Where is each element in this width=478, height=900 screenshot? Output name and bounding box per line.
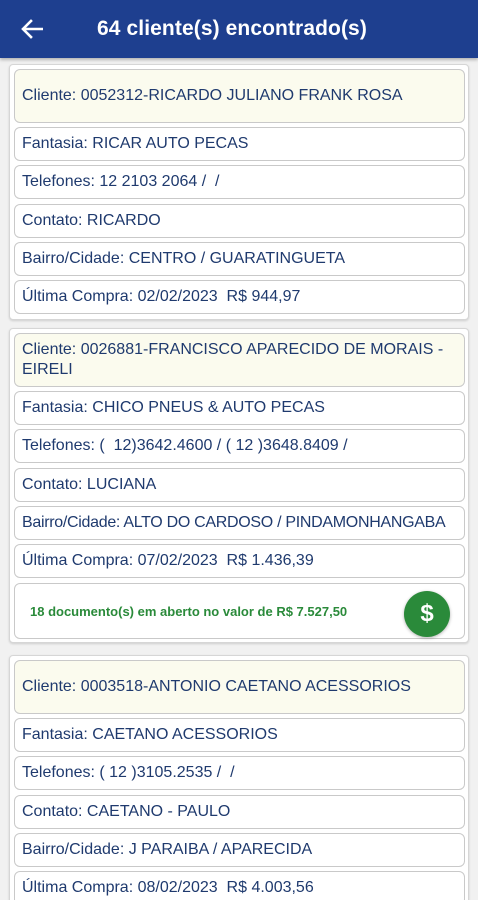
open-documents-button[interactable]: $ — [404, 591, 450, 637]
contato-value: Contato: CAETANO - PAULO — [22, 803, 231, 820]
bairro-cidade-field: Bairro/Cidade: CENTRO / GUARATINGUETA — [14, 242, 465, 276]
telefones-value: Telefones: ( 12)3642.4600 / ( 12 )3648.8… — [22, 437, 348, 454]
arrow-left-icon — [21, 19, 43, 39]
client-name-field: Cliente: 0052312-RICARDO JULIANO FRANK R… — [14, 69, 465, 123]
bairro-cidade-field: Bairro/Cidade: ALTO DO CARDOSO / PINDAMO… — [14, 506, 465, 540]
bairro-cidade-field: Bairro/Cidade: J PARAIBA / APARECIDA — [14, 833, 465, 867]
open-documents-text: 18 documento(s) em aberto no valor de R$… — [30, 603, 348, 619]
back-button[interactable] — [7, 0, 57, 58]
contato-field: Contato: RICARDO — [14, 204, 465, 238]
contato-field: Contato: CAETANO - PAULO — [14, 795, 465, 829]
ultima-compra-field: Última Compra: 08/02/2023 R$ 4.003,56 — [14, 871, 465, 900]
client-card[interactable]: Cliente: 0003518-ANTONIO CAETANO ACESSOR… — [9, 655, 469, 900]
client-name: Cliente: 0026881-FRANCISCO APARECIDO DE … — [22, 341, 444, 378]
ultima-compra-field: Última Compra: 02/02/2023 R$ 944,97 — [14, 280, 465, 314]
fantasia-field: Fantasia: CAETANO ACESSORIOS — [14, 718, 465, 752]
ultima-compra-field: Última Compra: 07/02/2023 R$ 1.436,39 — [14, 544, 465, 578]
contato-field: Contato: LUCIANA — [14, 468, 465, 502]
contato-value: Contato: LUCIANA — [22, 476, 157, 493]
client-name: Cliente: 0003518-ANTONIO CAETANO ACESSOR… — [22, 678, 411, 695]
client-name-field: Cliente: 0026881-FRANCISCO APARECIDO DE … — [14, 333, 465, 387]
bairro-cidade-value: Bairro/Cidade: CENTRO / GUARATINGUETA — [22, 250, 346, 267]
contato-value: Contato: RICARDO — [22, 212, 161, 229]
bairro-cidade-value: Bairro/Cidade: J PARAIBA / APARECIDA — [22, 841, 313, 858]
telefones-field[interactable]: Telefones: ( 12)3642.4600 / ( 12 )3648.8… — [14, 429, 465, 463]
telefones-value: Telefones: ( 12 )3105.2535 / / — [22, 764, 235, 781]
ultima-compra-value: Última Compra: 07/02/2023 R$ 1.436,39 — [22, 552, 314, 569]
fantasia-value: Fantasia: CAETANO ACESSORIOS — [22, 726, 278, 743]
app-bar: 64 cliente(s) encontrado(s) — [0, 0, 478, 58]
fantasia-value: Fantasia: RICAR AUTO PECAS — [22, 135, 249, 152]
client-card[interactable]: Cliente: 0052312-RICARDO JULIANO FRANK R… — [9, 64, 469, 320]
bairro-cidade-value: Bairro/Cidade: ALTO DO CARDOSO / PINDAMO… — [22, 514, 446, 531]
client-name: Cliente: 0052312-RICARDO JULIANO FRANK R… — [22, 87, 403, 104]
telefones-field[interactable]: Telefones: ( 12 )3105.2535 / / — [14, 756, 465, 790]
ultima-compra-value: Última Compra: 08/02/2023 R$ 4.003,56 — [22, 879, 314, 896]
fantasia-field: Fantasia: CHICO PNEUS & AUTO PECAS — [14, 391, 465, 425]
ultima-compra-value: Última Compra: 02/02/2023 R$ 944,97 — [22, 288, 301, 305]
client-list[interactable]: Cliente: 0052312-RICARDO JULIANO FRANK R… — [0, 58, 478, 900]
page-title: 64 cliente(s) encontrado(s) — [97, 17, 367, 40]
fantasia-field: Fantasia: RICAR AUTO PECAS — [14, 127, 465, 161]
dollar-icon: $ — [420, 600, 434, 627]
telefones-value: Telefones: 12 2103 2064 / / — [22, 173, 220, 190]
client-card[interactable]: Cliente: 0026881-FRANCISCO APARECIDO DE … — [9, 328, 469, 643]
open-documents-row[interactable]: 18 documento(s) em aberto no valor de R$… — [14, 583, 465, 639]
telefones-field[interactable]: Telefones: 12 2103 2064 / / — [14, 165, 465, 199]
client-name-field: Cliente: 0003518-ANTONIO CAETANO ACESSOR… — [14, 660, 465, 714]
fantasia-value: Fantasia: CHICO PNEUS & AUTO PECAS — [22, 399, 325, 416]
